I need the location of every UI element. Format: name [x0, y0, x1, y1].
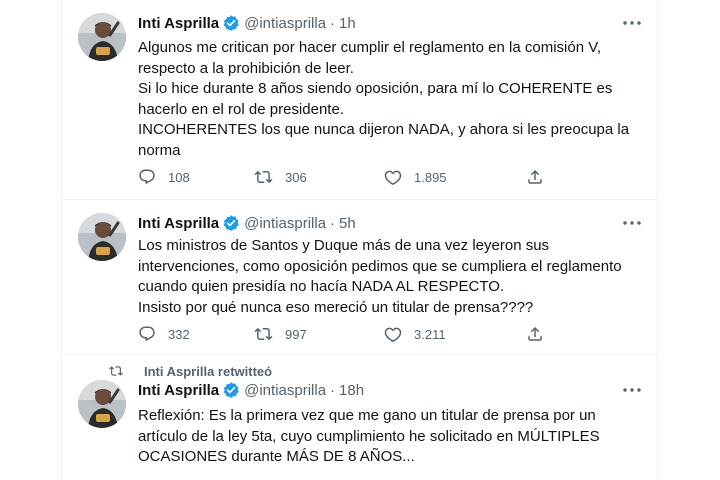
reply-button[interactable]: 332 [138, 325, 190, 343]
share-button[interactable] [526, 325, 544, 343]
retweet-icon [254, 168, 273, 186]
tweet-actions: 332 997 3.211 [138, 324, 568, 344]
avatar[interactable] [78, 213, 126, 261]
reply-button[interactable]: 108 [138, 168, 190, 186]
reply-count: 332 [168, 326, 190, 342]
timeline: Inti Asprilla @intiasprilla · 1h Algunos… [61, 0, 658, 480]
reply-icon [138, 325, 156, 343]
tweet-timestamp[interactable]: 5h [339, 215, 356, 232]
author-name[interactable]: Inti Asprilla [138, 382, 219, 399]
retweet-button[interactable]: 306 [254, 168, 307, 186]
like-button[interactable]: 3.211 [384, 325, 446, 343]
tweet-header: Inti Asprilla @intiasprilla · 1h [138, 13, 617, 33]
heart-icon [384, 325, 402, 343]
avatar[interactable] [78, 380, 126, 428]
separator-dot: · [330, 381, 336, 399]
verified-badge-icon [222, 214, 240, 232]
tweet-header: Inti Asprilla @intiasprilla · 18h [138, 380, 617, 400]
tweet-actions: 108 306 1.895 [138, 167, 568, 187]
tweet[interactable]: Inti Asprilla @intiasprilla · 1h Algunos… [62, 0, 657, 200]
author-name[interactable]: Inti Asprilla [138, 15, 219, 32]
retweet-count: 997 [285, 326, 307, 342]
like-count: 3.211 [414, 326, 446, 342]
retweet-button[interactable]: 997 [254, 325, 307, 343]
author-handle[interactable]: @intiasprilla [244, 215, 326, 232]
more-icon[interactable] [621, 14, 643, 32]
reply-count: 108 [168, 169, 190, 185]
tweet[interactable]: Inti Asprilla retwitteó Inti Asprilla @i… [62, 355, 657, 480]
reply-icon [138, 168, 156, 186]
tweet-timestamp[interactable]: 1h [339, 15, 356, 32]
retweeted-by[interactable]: Inti Asprilla retwitteó [108, 363, 272, 379]
tweet-text: Reflexión: Es la primera vez que me gano… [138, 407, 600, 465]
tweet-timestamp[interactable]: 18h [339, 382, 364, 399]
author-name[interactable]: Inti Asprilla [138, 215, 219, 232]
more-icon[interactable] [621, 381, 643, 399]
avatar[interactable] [78, 13, 126, 61]
share-icon [526, 168, 544, 186]
more-icon[interactable] [621, 214, 643, 232]
separator-dot: · [330, 14, 336, 32]
author-handle[interactable]: @intiasprilla [244, 15, 326, 32]
retweet-icon [108, 364, 134, 378]
author-handle[interactable]: @intiasprilla [244, 382, 326, 399]
verified-badge-icon [222, 381, 240, 399]
like-button[interactable]: 1.895 [384, 168, 447, 186]
share-button[interactable] [526, 168, 544, 186]
tweet[interactable]: Inti Asprilla @intiasprilla · 5h Los min… [62, 200, 657, 355]
tweet-text: Los ministros de Santos y Duque más de u… [138, 237, 622, 316]
separator-dot: · [330, 214, 336, 232]
heart-icon [384, 168, 402, 186]
verified-badge-icon [222, 14, 240, 32]
share-icon [526, 325, 544, 343]
retweeted-by-label: Inti Asprilla retwitteó [144, 363, 273, 379]
retweet-icon [254, 325, 273, 343]
tweet-text: Algunos me critican por hacer cumplir el… [138, 39, 630, 159]
like-count: 1.895 [414, 169, 447, 185]
tweet-header: Inti Asprilla @intiasprilla · 5h [138, 213, 617, 233]
retweet-count: 306 [285, 169, 307, 185]
